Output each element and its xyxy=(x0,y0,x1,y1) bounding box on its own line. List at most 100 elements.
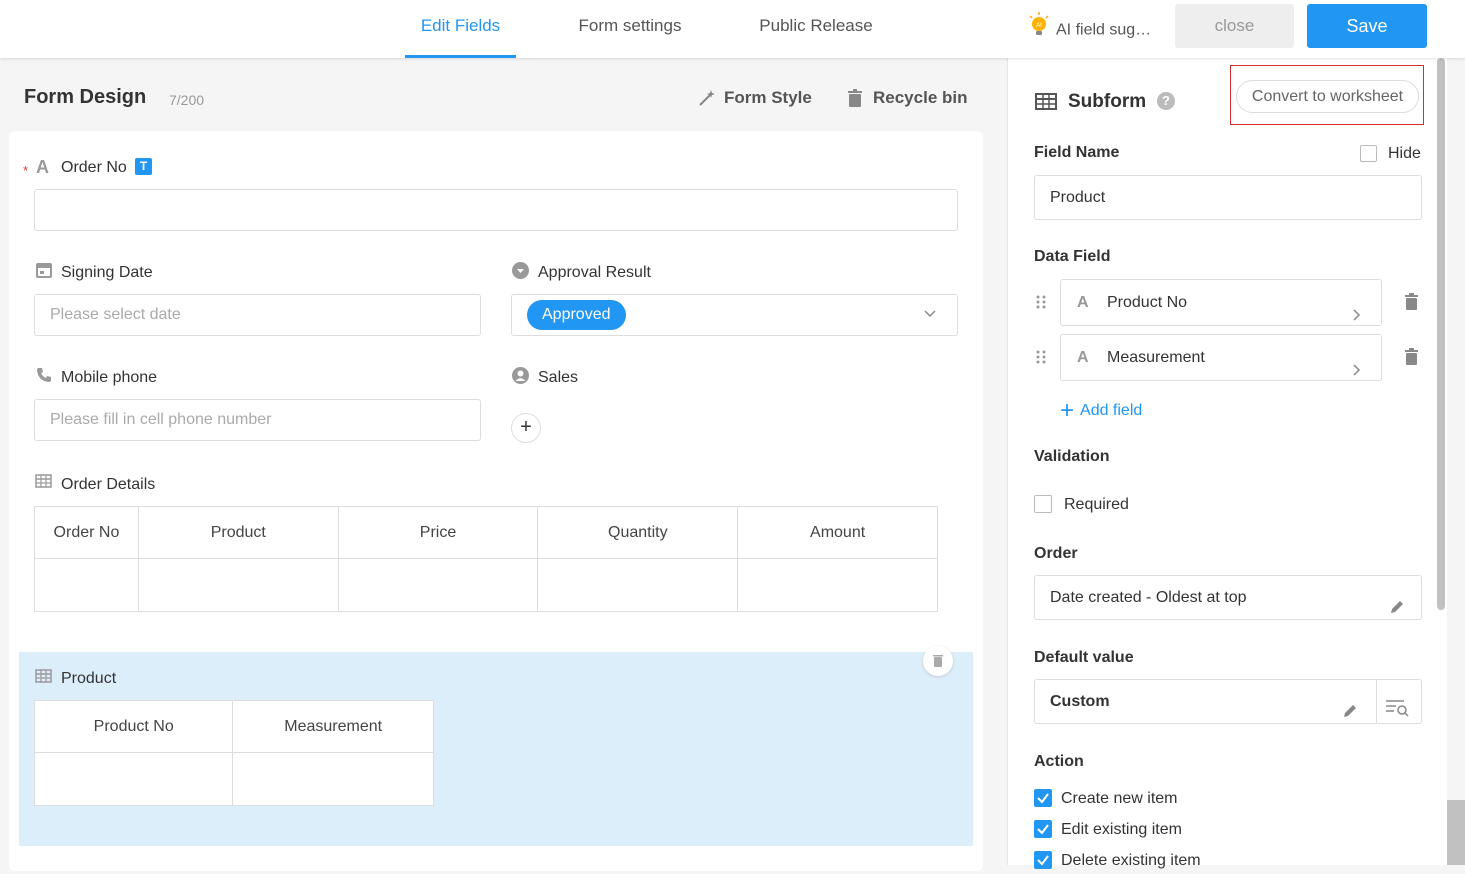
pencil-icon xyxy=(1342,693,1358,736)
order-no-input[interactable] xyxy=(34,189,958,231)
panel-title: Subform xyxy=(1068,91,1147,112)
sales-label: Sales xyxy=(538,369,579,386)
dropdown-circle-icon xyxy=(512,262,529,284)
field-count: 7/200 xyxy=(169,92,205,108)
tab-edit-fields[interactable]: Edit Fields xyxy=(405,0,516,58)
drag-handle-icon[interactable] xyxy=(1036,295,1046,314)
column-header: Measurement xyxy=(232,700,434,753)
trash-icon xyxy=(933,654,943,672)
mobile-phone-label: Mobile phone xyxy=(61,369,158,386)
convert-to-worksheet-button[interactable]: Convert to worksheet xyxy=(1236,80,1419,113)
data-field-label: Data Field xyxy=(1034,248,1111,265)
save-button[interactable]: Save xyxy=(1307,4,1427,48)
page-scrollbar[interactable] xyxy=(1447,800,1465,865)
user-icon xyxy=(512,367,529,389)
add-member-button[interactable]: + xyxy=(511,413,541,443)
delete-field-button[interactable] xyxy=(923,646,953,676)
close-button[interactable]: close xyxy=(1175,4,1294,48)
form-canvas: * A Order No T Signing Date Please selec… xyxy=(9,131,983,871)
trash-icon xyxy=(848,89,862,112)
field-name-label: Field Name xyxy=(1034,144,1120,161)
tab-form-settings[interactable]: Form settings xyxy=(562,0,698,58)
required-mark: * xyxy=(23,163,29,178)
action-label: Action xyxy=(1034,753,1084,770)
ai-badge-text: AI xyxy=(1036,23,1042,29)
default-value-input[interactable]: Custom xyxy=(1034,679,1422,724)
delete-item-checkbox[interactable] xyxy=(1034,851,1052,869)
title-field-badge: T xyxy=(135,158,152,175)
ai-field-suggestion[interactable]: AI AI field sug… xyxy=(1028,12,1151,42)
delete-item-label: Delete existing item xyxy=(1061,852,1201,869)
ai-label: AI field sug… xyxy=(1056,21,1152,39)
chevron-right-icon xyxy=(1351,350,1361,395)
table-header-row: Order No Product Price Quantity Amount xyxy=(34,506,938,559)
required-checkbox[interactable] xyxy=(1034,495,1052,513)
tab-public-release[interactable]: Public Release xyxy=(743,0,889,58)
default-value-label: Default value xyxy=(1034,649,1134,666)
required-label: Required xyxy=(1064,496,1129,513)
table-icon xyxy=(35,669,52,688)
trash-icon[interactable] xyxy=(1405,293,1418,315)
approval-result-label: Approval Result xyxy=(538,264,651,281)
default-value: Custom xyxy=(1050,693,1110,710)
text-field-icon: A xyxy=(1077,349,1089,366)
edit-item-checkbox[interactable] xyxy=(1034,820,1052,838)
ai-bulb-icon: AI xyxy=(1028,12,1050,49)
product-subform-selected[interactable]: Product Product No Measurement xyxy=(19,646,973,846)
data-field-name: Product No xyxy=(1107,294,1188,311)
hide-checkbox[interactable] xyxy=(1360,145,1377,162)
product-subform-table[interactable]: Product No Measurement xyxy=(33,700,434,806)
form-style-link[interactable]: Form Style xyxy=(697,88,812,108)
data-field-item[interactable]: A Product No xyxy=(1060,279,1382,326)
trash-icon[interactable] xyxy=(1405,348,1418,370)
product-subform-label: Product xyxy=(61,670,117,687)
table-icon xyxy=(35,474,52,493)
mobile-phone-input[interactable]: Please fill in cell phone number xyxy=(34,399,481,441)
recycle-bin-label: Recycle bin xyxy=(873,88,968,107)
data-field-name: Measurement xyxy=(1107,349,1205,366)
phone-icon xyxy=(36,367,52,388)
column-header: Product xyxy=(137,506,339,559)
hide-label: Hide xyxy=(1388,145,1421,162)
validation-label: Validation xyxy=(1034,448,1110,465)
order-label: Order xyxy=(1034,545,1078,562)
recycle-bin-link[interactable]: Recycle bin xyxy=(848,88,968,108)
add-field-button[interactable]: + Add field xyxy=(1060,397,1142,425)
subform-table-icon xyxy=(1035,93,1057,115)
column-header: Quantity xyxy=(537,506,739,559)
edit-item-label: Edit existing item xyxy=(1061,821,1182,838)
signing-date-label: Signing Date xyxy=(61,264,153,281)
properties-panel: Subform ? Convert to worksheet Field Nam… xyxy=(1007,58,1447,869)
pencil-icon xyxy=(1389,589,1405,632)
signing-date-input[interactable]: Please select date xyxy=(34,294,481,336)
form-design-area: Form Design 7/200 Form Style Recycle bin… xyxy=(0,58,1007,871)
magic-wand-icon xyxy=(697,89,716,113)
add-field-label: Add field xyxy=(1080,402,1143,419)
table-row xyxy=(33,752,434,806)
order-no-label: Order No xyxy=(61,159,127,176)
chevron-down-icon xyxy=(923,296,937,336)
field-name-input[interactable]: Product xyxy=(1034,175,1422,220)
panel-scrollbar[interactable] xyxy=(1437,58,1445,610)
order-details-table[interactable]: Order No Product Price Quantity Amount xyxy=(34,506,938,612)
drag-handle-icon[interactable] xyxy=(1036,350,1046,369)
table-header-row: Product No Measurement xyxy=(33,700,434,753)
data-field-item[interactable]: A Measurement xyxy=(1060,334,1382,381)
order-select[interactable]: Date created - Oldest at top xyxy=(1034,575,1422,620)
create-item-label: Create new item xyxy=(1061,790,1178,807)
help-icon[interactable]: ? xyxy=(1157,92,1175,110)
approval-result-select[interactable]: Approved xyxy=(511,294,958,336)
text-field-icon: A xyxy=(36,157,49,177)
order-details-label: Order Details xyxy=(61,476,156,493)
page-title: Form Design xyxy=(24,86,147,108)
calendar-icon xyxy=(36,262,52,283)
filter-search-icon[interactable] xyxy=(1386,692,1410,735)
column-header: Amount xyxy=(737,506,938,559)
plus-icon: + xyxy=(1060,397,1075,424)
create-item-checkbox[interactable] xyxy=(1034,789,1052,807)
approved-option-tag: Approved xyxy=(527,300,626,330)
order-value: Date created - Oldest at top xyxy=(1050,589,1247,606)
column-header: Order No xyxy=(34,506,139,559)
divider xyxy=(1376,680,1377,723)
top-bar: Edit Fields Form settings Public Release… xyxy=(0,0,1465,58)
